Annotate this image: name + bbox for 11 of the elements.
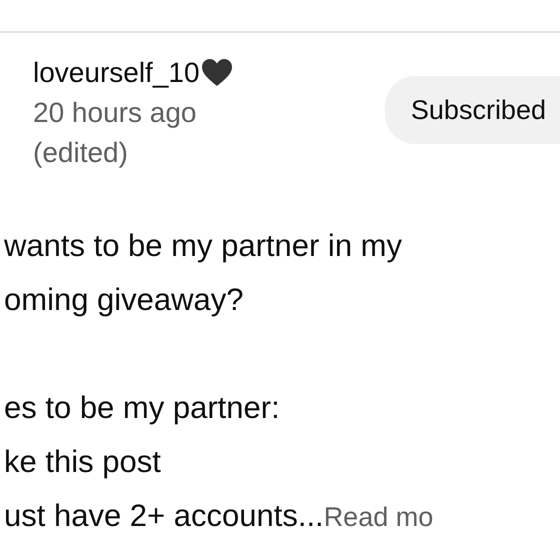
post-text-line: ust have 2+ accounts... — [4, 498, 324, 533]
post-text-line: oming giveaway? — [4, 282, 244, 317]
post-text-line: es to be my partner: — [4, 390, 280, 425]
heart-icon — [200, 58, 233, 88]
subscribe-button[interactable]: Subscribed — [384, 76, 560, 144]
post-text-line: ke this post — [4, 444, 161, 479]
post-text-line: wants to be my partner in my — [4, 228, 402, 263]
post-time: 20 hours ago — [33, 96, 198, 130]
read-more-link[interactable]: Read mo — [324, 502, 434, 532]
edited-label: (edited) — [33, 136, 129, 170]
username[interactable]: loveurself_10 — [33, 53, 200, 93]
